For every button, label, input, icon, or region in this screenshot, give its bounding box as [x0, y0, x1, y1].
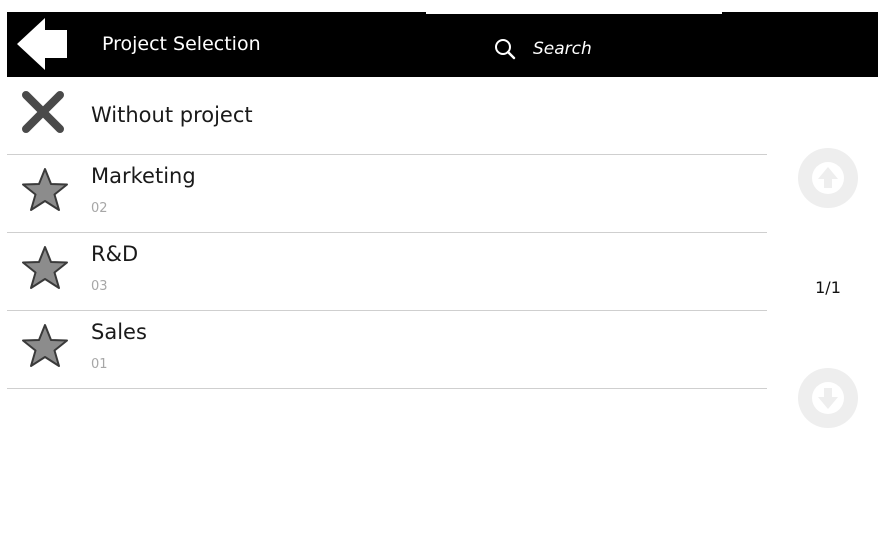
arrow-down-icon	[812, 382, 844, 414]
project-name: Marketing	[91, 164, 196, 188]
search-input[interactable]: Search	[480, 30, 680, 66]
back-arrow-icon	[17, 18, 67, 70]
list-item-sales[interactable]: Sales 01	[7, 311, 767, 389]
search-placeholder: Search	[533, 39, 592, 59]
project-selection-screen: Project Selection Search Without project…	[0, 0, 878, 538]
header-notch	[426, 11, 722, 14]
list-item-without-project[interactable]: Without project	[7, 77, 767, 155]
star-icon	[22, 168, 68, 211]
close-icon	[22, 91, 64, 133]
list-item-marketing[interactable]: Marketing 02	[7, 155, 767, 233]
project-code: 01	[91, 357, 108, 372]
star-icon	[22, 324, 68, 367]
project-name: Without project	[91, 103, 253, 127]
page-title: Project Selection	[102, 33, 261, 55]
page-indicator: 1/1	[815, 278, 841, 297]
project-list: Without project Marketing 02 R&D 03 Sale…	[7, 77, 767, 389]
project-name: Sales	[91, 320, 147, 344]
project-code: 02	[91, 201, 108, 216]
star-icon	[22, 246, 68, 289]
project-name: R&D	[91, 242, 139, 266]
search-icon	[495, 39, 516, 60]
project-code: 03	[91, 279, 108, 294]
scroll-up-button[interactable]	[798, 148, 858, 208]
back-button[interactable]	[7, 12, 87, 77]
list-item-rnd[interactable]: R&D 03	[7, 233, 767, 311]
arrow-up-icon	[812, 162, 844, 194]
scroll-down-button[interactable]	[798, 368, 858, 428]
